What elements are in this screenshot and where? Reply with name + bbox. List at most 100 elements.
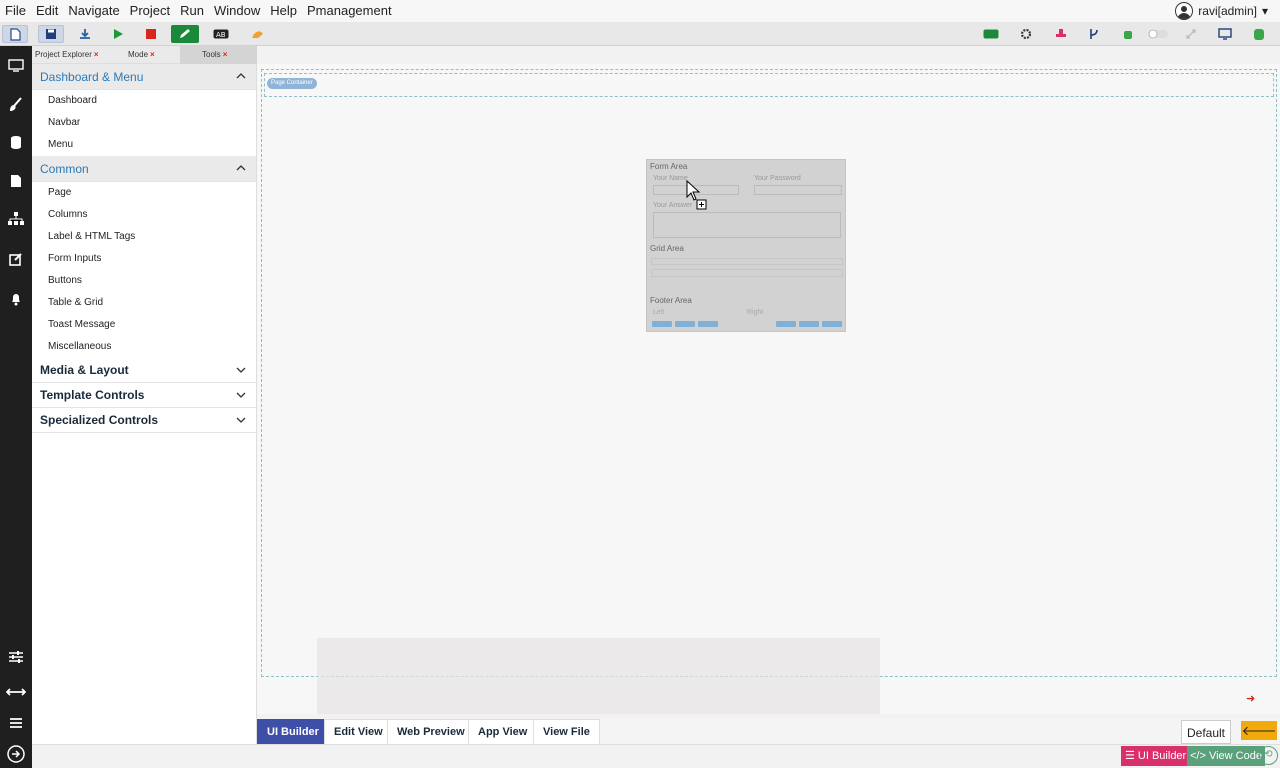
tool-item[interactable]: Label & HTML Tags bbox=[32, 226, 256, 248]
new-file-icon[interactable] bbox=[2, 25, 28, 43]
form-area-title: Form Area bbox=[650, 162, 688, 171]
monitor-icon[interactable] bbox=[1212, 25, 1238, 43]
tool-item[interactable]: Miscellaneous bbox=[32, 336, 256, 358]
chevron-up-icon bbox=[236, 71, 246, 81]
section-title: Media & Layout bbox=[40, 363, 129, 377]
tab-app-view[interactable]: App View bbox=[468, 719, 538, 744]
settings-icon[interactable] bbox=[1013, 25, 1039, 43]
tool-item[interactable]: Toast Message bbox=[32, 314, 256, 336]
drag-cursor-icon bbox=[686, 179, 707, 210]
database-icon[interactable] bbox=[1246, 25, 1272, 43]
drag-ghost-template[interactable]: Form Area Your Name Your Password Your A… bbox=[646, 159, 846, 332]
tool-item[interactable]: Form Inputs bbox=[32, 248, 256, 270]
tool-item[interactable]: Navbar bbox=[32, 112, 256, 134]
menu-help[interactable]: Help bbox=[265, 0, 302, 22]
view-code-button[interactable]: </> View Code bbox=[1187, 746, 1265, 766]
toggle-switch[interactable] bbox=[1144, 25, 1172, 43]
edit-icon[interactable] bbox=[171, 25, 199, 43]
monitor-icon[interactable] bbox=[0, 52, 32, 78]
tab-view-file[interactable]: View File bbox=[533, 719, 600, 744]
download-icon[interactable] bbox=[72, 25, 98, 43]
footer-right-label: Right bbox=[747, 309, 764, 316]
back-arrow-button[interactable]: 🡐 bbox=[1241, 721, 1277, 740]
ui-builder-button[interactable]: ☰ UI Builder bbox=[1121, 746, 1191, 766]
tool-item[interactable]: Buttons bbox=[32, 270, 256, 292]
database-icon[interactable] bbox=[0, 129, 32, 155]
tab-edit-view[interactable]: Edit View bbox=[324, 719, 393, 744]
expand-icon[interactable] bbox=[1178, 25, 1204, 43]
view-tabs: UI Builder Edit View Web Preview App View Vi… bbox=[257, 718, 1280, 744]
footer-button bbox=[698, 321, 718, 327]
resize-horizontal-icon[interactable] bbox=[0, 679, 32, 705]
grid-header-row bbox=[651, 258, 843, 265]
chevron-down-icon bbox=[236, 415, 246, 425]
menu-project[interactable]: Project bbox=[125, 0, 175, 22]
menu-window[interactable]: Window bbox=[209, 0, 265, 22]
section-header[interactable]: Specialized Controls bbox=[32, 408, 256, 433]
ab-green-icon[interactable] bbox=[978, 25, 1004, 43]
ab-icon[interactable]: AB bbox=[208, 25, 234, 43]
section-header[interactable]: Template Controls bbox=[32, 383, 256, 408]
tab-label: Mode bbox=[128, 50, 149, 59]
tab-label: Tools bbox=[202, 50, 221, 59]
tab-project-explorer[interactable]: Project Explorer × bbox=[35, 46, 99, 64]
section-header[interactable]: Common bbox=[32, 156, 256, 182]
menu-pmanagement[interactable]: Pmanagement bbox=[302, 0, 397, 22]
tab-ui-builder[interactable]: UI Builder bbox=[257, 719, 329, 744]
menu-edit[interactable]: Edit bbox=[31, 0, 63, 22]
page-container-header bbox=[264, 73, 1274, 97]
tool-item[interactable]: Table & Grid bbox=[32, 292, 256, 314]
close-icon[interactable]: × bbox=[94, 50, 99, 59]
drop-zone[interactable] bbox=[317, 638, 880, 714]
close-icon[interactable]: × bbox=[223, 50, 228, 59]
user-menu[interactable]: ravi[admin] ▾ bbox=[1175, 0, 1268, 22]
brush-icon[interactable] bbox=[0, 91, 32, 117]
tool-item[interactable]: Page bbox=[32, 182, 256, 204]
git-branch-icon[interactable] bbox=[1081, 25, 1107, 43]
user-avatar-icon bbox=[1175, 2, 1194, 20]
stamp-icon[interactable] bbox=[1048, 25, 1074, 43]
run-icon[interactable] bbox=[105, 25, 131, 43]
tab-web-preview[interactable]: Web Preview bbox=[387, 719, 475, 744]
footer-button bbox=[776, 321, 796, 327]
section-header[interactable]: Media & Layout bbox=[32, 358, 256, 383]
section-title: Dashboard & Menu bbox=[40, 69, 144, 84]
save-icon[interactable] bbox=[38, 25, 64, 43]
tool-item[interactable]: Columns bbox=[32, 204, 256, 226]
tool-item[interactable]: Dashboard bbox=[32, 90, 256, 112]
svg-text:AB: AB bbox=[216, 31, 226, 39]
palette-icon[interactable] bbox=[244, 25, 270, 43]
user-name: ravi[admin] bbox=[1198, 4, 1257, 18]
close-icon[interactable]: × bbox=[150, 50, 155, 59]
section-header[interactable]: Dashboard & Menu bbox=[32, 64, 256, 90]
section-title: Specialized Controls bbox=[40, 413, 159, 427]
menu-navigate[interactable]: Navigate bbox=[63, 0, 124, 22]
edit-icon[interactable] bbox=[0, 246, 32, 272]
default-button[interactable]: Default bbox=[1181, 720, 1231, 744]
circle-arrow-icon[interactable]: ⟲ bbox=[1259, 746, 1278, 765]
sliders-icon[interactable] bbox=[0, 644, 32, 670]
chevron-down-icon: ▾ bbox=[1261, 4, 1268, 18]
hamburger-icon[interactable] bbox=[0, 710, 32, 736]
section-title: Common bbox=[40, 161, 89, 176]
footer-button bbox=[652, 321, 672, 327]
menu-run[interactable]: Run bbox=[175, 0, 209, 22]
tools-sidebar: Dashboard & Menu Dashboard Navbar Menu Commo… bbox=[32, 64, 257, 768]
tab-tools[interactable]: Tools × bbox=[180, 46, 257, 64]
page-container-badge[interactable]: Page Container bbox=[267, 78, 317, 89]
login-icon[interactable] bbox=[0, 741, 32, 767]
sitemap-icon[interactable] bbox=[0, 206, 32, 232]
file-icon[interactable] bbox=[0, 168, 32, 194]
footer-left-label: Left bbox=[653, 309, 665, 316]
stop-icon[interactable] bbox=[138, 25, 164, 43]
tab-mode[interactable]: Mode × bbox=[128, 46, 155, 64]
tool-item[interactable]: Menu bbox=[32, 134, 256, 156]
toolbar: AB bbox=[0, 22, 1280, 46]
arrow-right-icon[interactable]: ➜ bbox=[1246, 692, 1255, 705]
menu-file[interactable]: File bbox=[0, 0, 31, 22]
grid-area-title: Grid Area bbox=[650, 244, 684, 253]
android-icon[interactable] bbox=[1115, 25, 1141, 43]
bell-icon[interactable] bbox=[0, 286, 32, 312]
chevron-down-icon bbox=[236, 390, 246, 400]
footer-button bbox=[799, 321, 819, 327]
